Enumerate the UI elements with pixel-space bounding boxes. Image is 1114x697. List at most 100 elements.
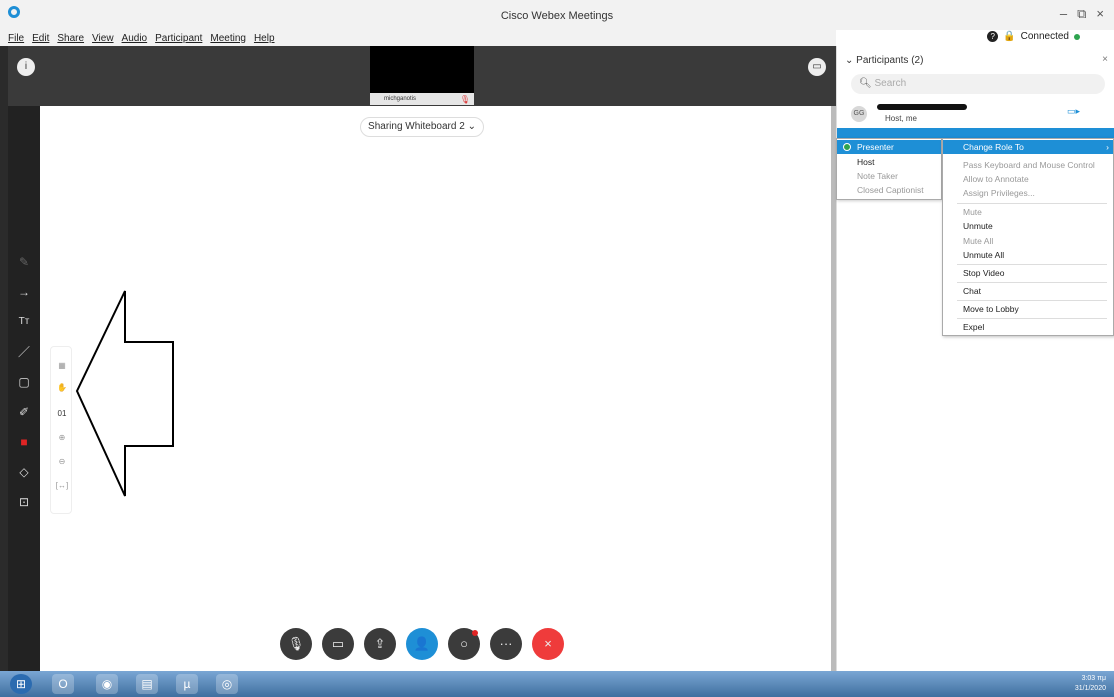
sharing-label: Sharing Whiteboard 2 [368,121,465,132]
connection-dot-icon [1074,33,1080,40]
menu-label: Unmute [963,221,993,231]
grid-icon[interactable]: ▦ [51,361,73,370]
window-title: Cisco Webex Meetings [500,10,614,22]
restore-icon[interactable]: ⧉ [1077,6,1086,22]
close-panel-icon[interactable]: × [1102,54,1108,65]
selected-participant-row[interactable] [837,128,1114,138]
role-presenter[interactable]: Presenter [837,140,941,154]
more-icon: ··· [499,636,513,651]
role-closed-captionist: Closed Captionist [837,183,941,197]
menu-participant[interactable]: Participant [155,33,202,44]
share-icon: ⇪ [374,636,386,651]
allow-annotate-item: Allow to Annotate [943,172,1113,186]
eraser-tool-icon[interactable]: ◇ [8,462,40,482]
chevron-down-icon: ⌄ [467,121,476,132]
mute-all-item: Mute All [943,234,1113,248]
mute-item: Mute [943,205,1113,219]
share-button[interactable]: ⇪ [364,628,396,660]
menu-label: Expel [963,322,985,332]
camera-thumbnail[interactable] [370,46,474,93]
text-tool-icon[interactable]: Tт [8,312,40,332]
chat-item[interactable]: Chat [943,284,1113,298]
close-icon: × [544,636,552,651]
line-tool-icon[interactable]: ／ [8,342,40,362]
sharing-dropdown[interactable]: Sharing Whiteboard 2 ⌄ [360,117,484,137]
menu-file[interactable]: File [8,33,24,44]
whiteboard-canvas[interactable] [40,106,831,671]
muted-mic-icon: 🎙 [459,95,470,104]
unmute-item[interactable]: Unmute [943,219,1113,233]
role-host[interactable]: Host [837,155,941,169]
notification-dot-icon [472,630,478,636]
drawn-arrow-shape [75,290,174,497]
info-icon[interactable]: i [17,58,35,76]
participant-icon: 👤 [413,636,431,651]
menu-divider [957,282,1107,283]
search-placeholder: Search [874,78,907,89]
chat-button[interactable]: ○ [448,628,480,660]
role-note-taker: Note Taker [837,169,941,183]
minimize-icon[interactable]: – [1060,6,1067,22]
mic-off-icon: 🎙 [287,636,305,651]
help-icon[interactable]: ? [987,31,999,42]
unmute-all-item[interactable]: Unmute All [943,248,1113,262]
role-submenu: Presenter Host Note Taker Closed Caption… [836,138,942,200]
stop-video-item[interactable]: Stop Video [943,266,1113,280]
move-to-lobby-item[interactable]: Move to Lobby [943,302,1113,316]
participant-row-host[interactable]: GG Host, me ▭▸ [837,100,1114,124]
fit-icon[interactable]: [↔] [51,481,73,490]
video-button[interactable]: ▭ [322,628,354,660]
zoom-in-icon[interactable]: ⊕ [51,433,73,442]
menu-view[interactable]: View [92,33,114,44]
search-input[interactable]: 🔍︎ Search [851,74,1105,94]
more-button[interactable]: ··· [490,628,522,660]
avatar: GG [851,106,867,122]
outlook-icon[interactable]: O [52,674,74,694]
role-label: Closed Captionist [857,185,924,195]
connection-status: ? 🔒 Connected [987,31,1080,42]
meeting-controls: 🎙 ▭ ⇪ 👤 ○ ··· × [280,628,564,660]
window-controls: – ⧉ × [1060,6,1104,22]
menu-audio[interactable]: Audio [122,33,148,44]
webex-taskbar-icon[interactable]: ◎ [216,674,238,694]
pass-control-item: Pass Keyboard and Mouse Control [943,158,1113,172]
pointer-tool-icon[interactable]: ✎ [8,252,40,272]
lock-icon: 🔒 [1003,31,1016,42]
menu-share[interactable]: Share [57,33,84,44]
assign-privileges-item: Assign Privileges... [943,186,1113,200]
menu-label: Allow to Annotate [963,174,1029,184]
utorrent-icon[interactable]: µ [176,674,198,694]
pan-icon[interactable]: ✋ [51,383,73,392]
arrow-tool-icon[interactable]: → [8,282,40,302]
save-tool-icon[interactable]: ⊡ [8,492,40,512]
menu-help[interactable]: Help [254,33,275,44]
close-icon[interactable]: × [1096,6,1104,22]
shape-tool-icon[interactable]: ▢ [8,372,40,392]
start-icon[interactable]: ⊞ [10,674,32,694]
menu-edit[interactable]: Edit [32,33,49,44]
zoom-out-icon[interactable]: ⊖ [51,457,73,466]
menu-meeting[interactable]: Meeting [210,33,246,44]
check-icon [843,143,851,151]
menu-label: Assign Privileges... [963,188,1035,198]
zoom-value: 01 [57,409,67,418]
layout-icon[interactable]: ▭ [808,58,826,76]
color-picker-icon[interactable]: ■ [8,432,40,452]
change-role-item[interactable]: Change Role To › [943,140,1113,154]
expel-item[interactable]: Expel [943,320,1113,334]
camera-label: michganotis 🎙 [370,93,474,105]
connection-label: Connected [1020,31,1069,42]
menu-divider [957,300,1107,301]
leave-button[interactable]: × [532,628,564,660]
chrome-icon[interactable]: ◉ [96,674,118,694]
participants-header[interactable]: ⌄ Participants (2) [845,55,923,66]
pen-tool-icon[interactable]: ✐ [8,402,40,422]
participants-button[interactable]: 👤 [406,628,438,660]
menu-divider [957,318,1107,319]
file-explorer-icon[interactable]: ▤ [136,674,158,694]
system-clock[interactable]: 3:03 πμ 31/1/2020 [1075,674,1106,694]
clock-date: 31/1/2020 [1074,685,1106,692]
camera-name: michganotis [384,96,417,102]
zoom-panel: ▦ ✋ 01 ⊕ ⊖ [↔] [50,346,72,514]
mute-button[interactable]: 🎙 [280,628,312,660]
